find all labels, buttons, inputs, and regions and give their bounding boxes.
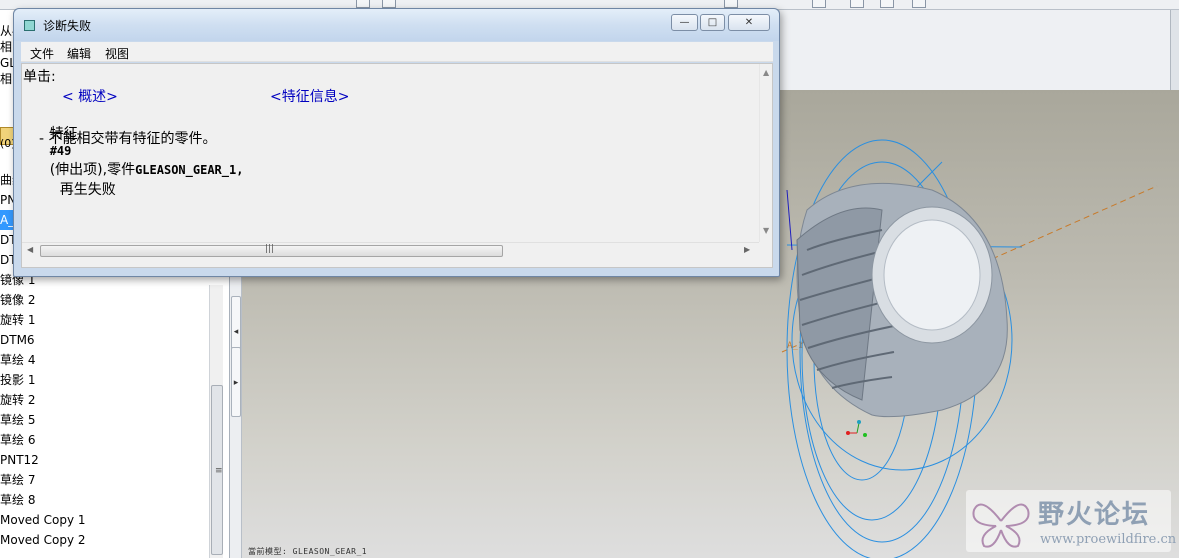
tree-item[interactable]: Moved Copy 2	[0, 530, 208, 550]
watermark-title: 野火论坛	[1038, 500, 1151, 530]
tree-item[interactable]: 草绘 8	[0, 490, 208, 510]
tree-item[interactable]: DTM6	[0, 330, 208, 350]
tree-item[interactable]: 草绘 6	[0, 430, 208, 450]
scroll-right-icon[interactable]: ▶	[744, 245, 750, 254]
toolbar-button[interactable]	[850, 0, 864, 8]
tree-item[interactable]: 旋转 2	[0, 390, 208, 410]
watermark-url: www.proewildfire.cn	[1040, 532, 1177, 547]
dialog-menu-bar: 文件 编辑 视图	[21, 42, 773, 62]
vertical-scrollbar[interactable]: ▲ ▼	[759, 64, 773, 242]
tree-item[interactable]: 草绘 5	[0, 410, 208, 430]
axis-label: A_1	[787, 341, 803, 351]
failure-text: 再生失败	[59, 182, 116, 198]
status-model-name: GLEASON_GEAR_1	[292, 547, 368, 556]
part-prefix: 零件	[107, 162, 136, 178]
menu-edit[interactable]: 编辑	[67, 45, 91, 62]
toolbar-button[interactable]	[912, 0, 926, 8]
tree-scrollbar[interactable]: ≡	[209, 285, 223, 558]
tree-item[interactable]: PNT12	[0, 450, 208, 470]
scroll-up-icon[interactable]: ▲	[763, 68, 769, 77]
menu-view[interactable]: 视图	[105, 45, 129, 62]
scroll-down-icon[interactable]: ▼	[763, 226, 769, 235]
grip-icon: ≡	[215, 466, 223, 476]
tree-scroll-thumb[interactable]: ≡	[211, 385, 223, 555]
expand-right-icon[interactable]: ▸	[231, 347, 241, 417]
tree-item[interactable]: Moved Copy 1	[0, 510, 208, 530]
grip-icon: |||	[265, 244, 275, 254]
failure-message: 特征 #49 (伸出项),零件GLEASON_GEAR_1, 再生失败	[23, 107, 244, 215]
diagnostic-dialog: 诊断失败 — □ ✕ 文件 编辑 视图 单击: < 概述> <特征信息> 特征 …	[13, 8, 780, 277]
menu-file[interactable]: 文件	[30, 45, 54, 62]
horizontal-scroll-thumb[interactable]: |||	[40, 244, 503, 257]
toolbar-button[interactable]	[724, 0, 738, 8]
status-prefix: 當前模型:	[248, 547, 288, 556]
bevel-gear-body[interactable]	[796, 182, 1008, 418]
part-name: GLEASON_GEAR_1,	[135, 163, 244, 177]
coordinate-triad	[846, 420, 867, 437]
minimize-button[interactable]: —	[671, 14, 698, 31]
scroll-left-icon[interactable]: ◀	[27, 245, 33, 254]
tree-item[interactable]: 投影 1	[0, 370, 208, 390]
dialog-title-bar[interactable]: 诊断失败 — □ ✕	[14, 9, 779, 41]
close-button[interactable]: ✕	[728, 14, 770, 31]
window-app-icon	[24, 20, 35, 31]
toolbar-button[interactable]	[356, 0, 370, 8]
tree-item[interactable]: 草绘 7	[0, 470, 208, 490]
tree-item[interactable]: A_	[0, 210, 14, 230]
tree-item[interactable]: 草绘 4	[0, 350, 208, 370]
feature-info-link[interactable]: <特征信息>	[270, 86, 349, 106]
click-label: 单击:	[23, 69, 56, 85]
graphics-header	[780, 10, 1179, 90]
toolbar-button[interactable]	[880, 0, 894, 8]
failure-detail: - 不能相交带有特征的零件。	[39, 131, 217, 147]
right-pane	[1170, 10, 1179, 90]
toolbar-button[interactable]	[382, 0, 396, 8]
toolbar-button[interactable]	[812, 0, 826, 8]
tree-item[interactable]: 镜像 2	[0, 290, 208, 310]
maximize-button[interactable]: □	[700, 14, 725, 31]
feature-type: (伸出项),	[49, 162, 108, 178]
current-model-status: 當前模型: GLEASON_GEAR_1	[248, 546, 367, 557]
tree-item[interactable]: 旋转 1	[0, 310, 208, 330]
dialog-title: 诊断失败	[43, 19, 92, 33]
butterfly-logo-icon	[972, 503, 1030, 548]
horizontal-scrollbar[interactable]: ◀ ||| ▶	[22, 242, 759, 258]
overview-link[interactable]: < 概述>	[62, 86, 118, 106]
diagnostic-content: 单击: < 概述> <特征信息> 特征 #49 (伸出项),零件GLEASON_…	[21, 63, 773, 268]
